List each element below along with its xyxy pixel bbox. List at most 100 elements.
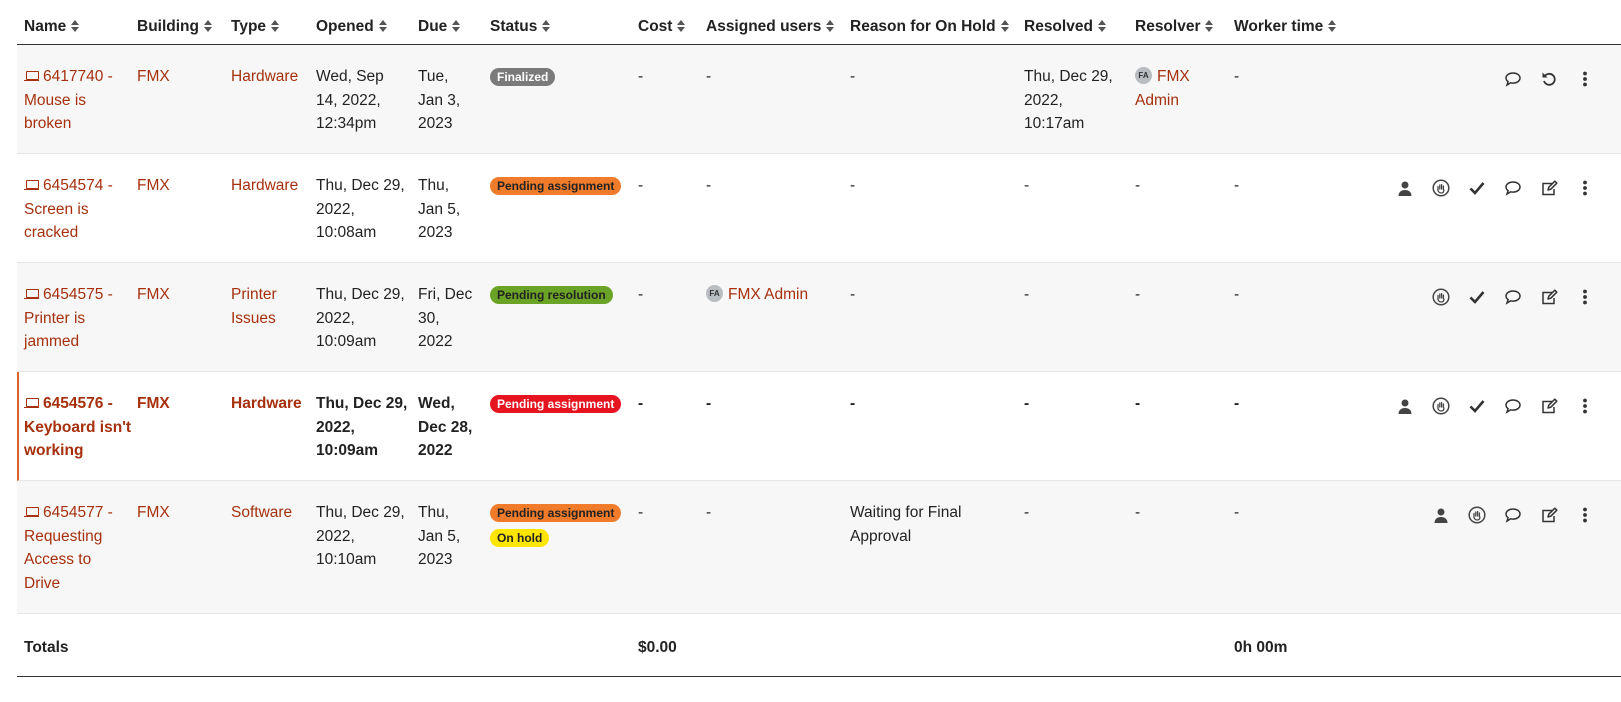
- due-date: Wed, Dec 28, 2022: [418, 395, 473, 459]
- sort-icon: [1205, 19, 1214, 32]
- resolved-date: -: [1024, 286, 1030, 303]
- type-link[interactable]: Hardware: [231, 392, 302, 416]
- laptop-icon: [24, 180, 39, 190]
- user-icon[interactable]: [1387, 396, 1423, 416]
- assigned-users: -: [706, 395, 712, 412]
- resolver: -: [1135, 504, 1141, 521]
- column-header-type[interactable]: Type: [231, 18, 280, 36]
- type-link[interactable]: Software: [231, 501, 292, 525]
- sort-icon: [1000, 19, 1009, 32]
- hand-icon[interactable]: [1423, 396, 1459, 416]
- totals-row: Totals $0.00 0h 00m: [17, 614, 1621, 677]
- comment-icon[interactable]: [1495, 505, 1531, 525]
- due-date: Thu, Jan 5, 2023: [418, 504, 461, 568]
- comment-icon[interactable]: [1495, 69, 1531, 89]
- opened-date: Wed, Sep 14, 2022, 12:34pm: [316, 68, 384, 132]
- type-link[interactable]: Hardware: [231, 65, 298, 89]
- assigned-users: -: [706, 68, 712, 85]
- status-badge: Finalized: [490, 68, 556, 86]
- assigned-user-link[interactable]: FA FMX Admin: [706, 283, 808, 307]
- totals-label: Totals: [24, 639, 69, 656]
- worker-time: -: [1234, 395, 1240, 412]
- building-link[interactable]: FMX: [137, 501, 170, 525]
- reopen-icon[interactable]: [1531, 69, 1567, 89]
- hand-icon[interactable]: [1423, 287, 1459, 307]
- worker-time: -: [1234, 177, 1240, 194]
- total-cost: $0.00: [638, 639, 677, 656]
- avatar: FA: [1135, 67, 1152, 85]
- cost-value: -: [638, 286, 644, 303]
- check-icon[interactable]: [1459, 396, 1495, 416]
- cost-value: -: [638, 504, 644, 521]
- user-icon[interactable]: [1423, 505, 1459, 525]
- more-icon[interactable]: [1567, 69, 1603, 89]
- check-icon[interactable]: [1459, 178, 1495, 198]
- request-name-link[interactable]: 6454577 - Requesting Access to Drive: [24, 501, 113, 595]
- opened-date: Thu, Dec 29, 2022, 10:09am: [316, 286, 405, 350]
- edit-icon[interactable]: [1531, 178, 1567, 198]
- status-cell: Finalized: [490, 65, 556, 89]
- request-name-link[interactable]: 6454575 - Printer is jammed: [24, 283, 113, 354]
- column-header-opened[interactable]: Opened: [316, 18, 387, 36]
- column-header-cost[interactable]: Cost: [638, 18, 686, 36]
- opened-date: Thu, Dec 29, 2022, 10:10am: [316, 504, 405, 568]
- cost-value: -: [638, 68, 644, 85]
- edit-icon[interactable]: [1531, 396, 1567, 416]
- reason-on-hold: -: [850, 286, 856, 303]
- column-header-status[interactable]: Status: [490, 18, 551, 36]
- type-link[interactable]: Printer Issues: [231, 283, 277, 330]
- user-icon[interactable]: [1387, 178, 1423, 198]
- building-link[interactable]: FMX: [137, 283, 170, 307]
- hand-icon[interactable]: [1423, 178, 1459, 198]
- laptop-icon: [24, 398, 39, 408]
- sort-icon: [542, 19, 551, 32]
- building-link[interactable]: FMX: [137, 174, 170, 198]
- sort-icon: [71, 19, 80, 32]
- hand-icon[interactable]: [1459, 505, 1495, 525]
- table-row: 6454575 - Printer is jammed FMX Printer I…: [17, 263, 1621, 372]
- column-header-due[interactable]: Due: [418, 18, 461, 36]
- reason-on-hold: -: [850, 68, 856, 85]
- sort-icon: [271, 19, 280, 32]
- reason-on-hold: Waiting for Final Approval: [850, 504, 962, 545]
- comment-icon[interactable]: [1495, 396, 1531, 416]
- type-link[interactable]: Hardware: [231, 174, 298, 198]
- row-actions: [1387, 396, 1603, 416]
- more-icon[interactable]: [1567, 396, 1603, 416]
- resolved-date: -: [1024, 177, 1030, 194]
- more-icon[interactable]: [1567, 505, 1603, 525]
- more-icon[interactable]: [1567, 178, 1603, 198]
- column-header-building[interactable]: Building: [137, 18, 212, 36]
- assigned-users: -: [706, 177, 712, 194]
- check-icon[interactable]: [1459, 287, 1495, 307]
- more-icon[interactable]: [1567, 287, 1603, 307]
- resolved-date: Thu, Dec 29, 2022, 10:17am: [1024, 68, 1113, 132]
- assigned-users: -: [706, 504, 712, 521]
- column-header-worker-time[interactable]: Worker time: [1234, 18, 1337, 36]
- status-cell: Pending assignment: [490, 174, 622, 198]
- column-header-assigned-users[interactable]: Assigned users: [706, 18, 835, 36]
- table-row: 6417740 - Mouse is broken FMX Hardware W…: [17, 45, 1621, 154]
- column-header-reason-on-hold[interactable]: Reason for On Hold: [850, 18, 1009, 36]
- cost-value: -: [638, 395, 644, 412]
- edit-icon[interactable]: [1531, 505, 1567, 525]
- resolver: -: [1135, 177, 1141, 194]
- due-date: Tue, Jan 3, 2023: [418, 68, 461, 132]
- resolver-link[interactable]: FA FMX Admin: [1135, 65, 1190, 112]
- request-name-link[interactable]: 6454576 - Keyboard isn't working: [24, 392, 131, 463]
- comment-icon[interactable]: [1495, 287, 1531, 307]
- table-header: Name Building Type Opened Due Status Cos…: [17, 0, 1621, 45]
- column-header-resolved[interactable]: Resolved: [1024, 18, 1106, 36]
- column-header-resolver[interactable]: Resolver: [1135, 18, 1214, 36]
- building-link[interactable]: FMX: [137, 392, 170, 416]
- worker-time: -: [1234, 286, 1240, 303]
- building-link[interactable]: FMX: [137, 65, 170, 89]
- resolver: -: [1135, 395, 1141, 412]
- comment-icon[interactable]: [1495, 178, 1531, 198]
- status-cell: Pending resolution: [490, 283, 613, 307]
- request-name-link[interactable]: 6454574 - Screen is cracked: [24, 174, 113, 245]
- edit-icon[interactable]: [1531, 287, 1567, 307]
- requests-table: Name Building Type Opened Due Status Cos…: [17, 0, 1621, 677]
- column-header-name[interactable]: Name: [24, 18, 80, 36]
- request-name-link[interactable]: 6417740 - Mouse is broken: [24, 65, 113, 136]
